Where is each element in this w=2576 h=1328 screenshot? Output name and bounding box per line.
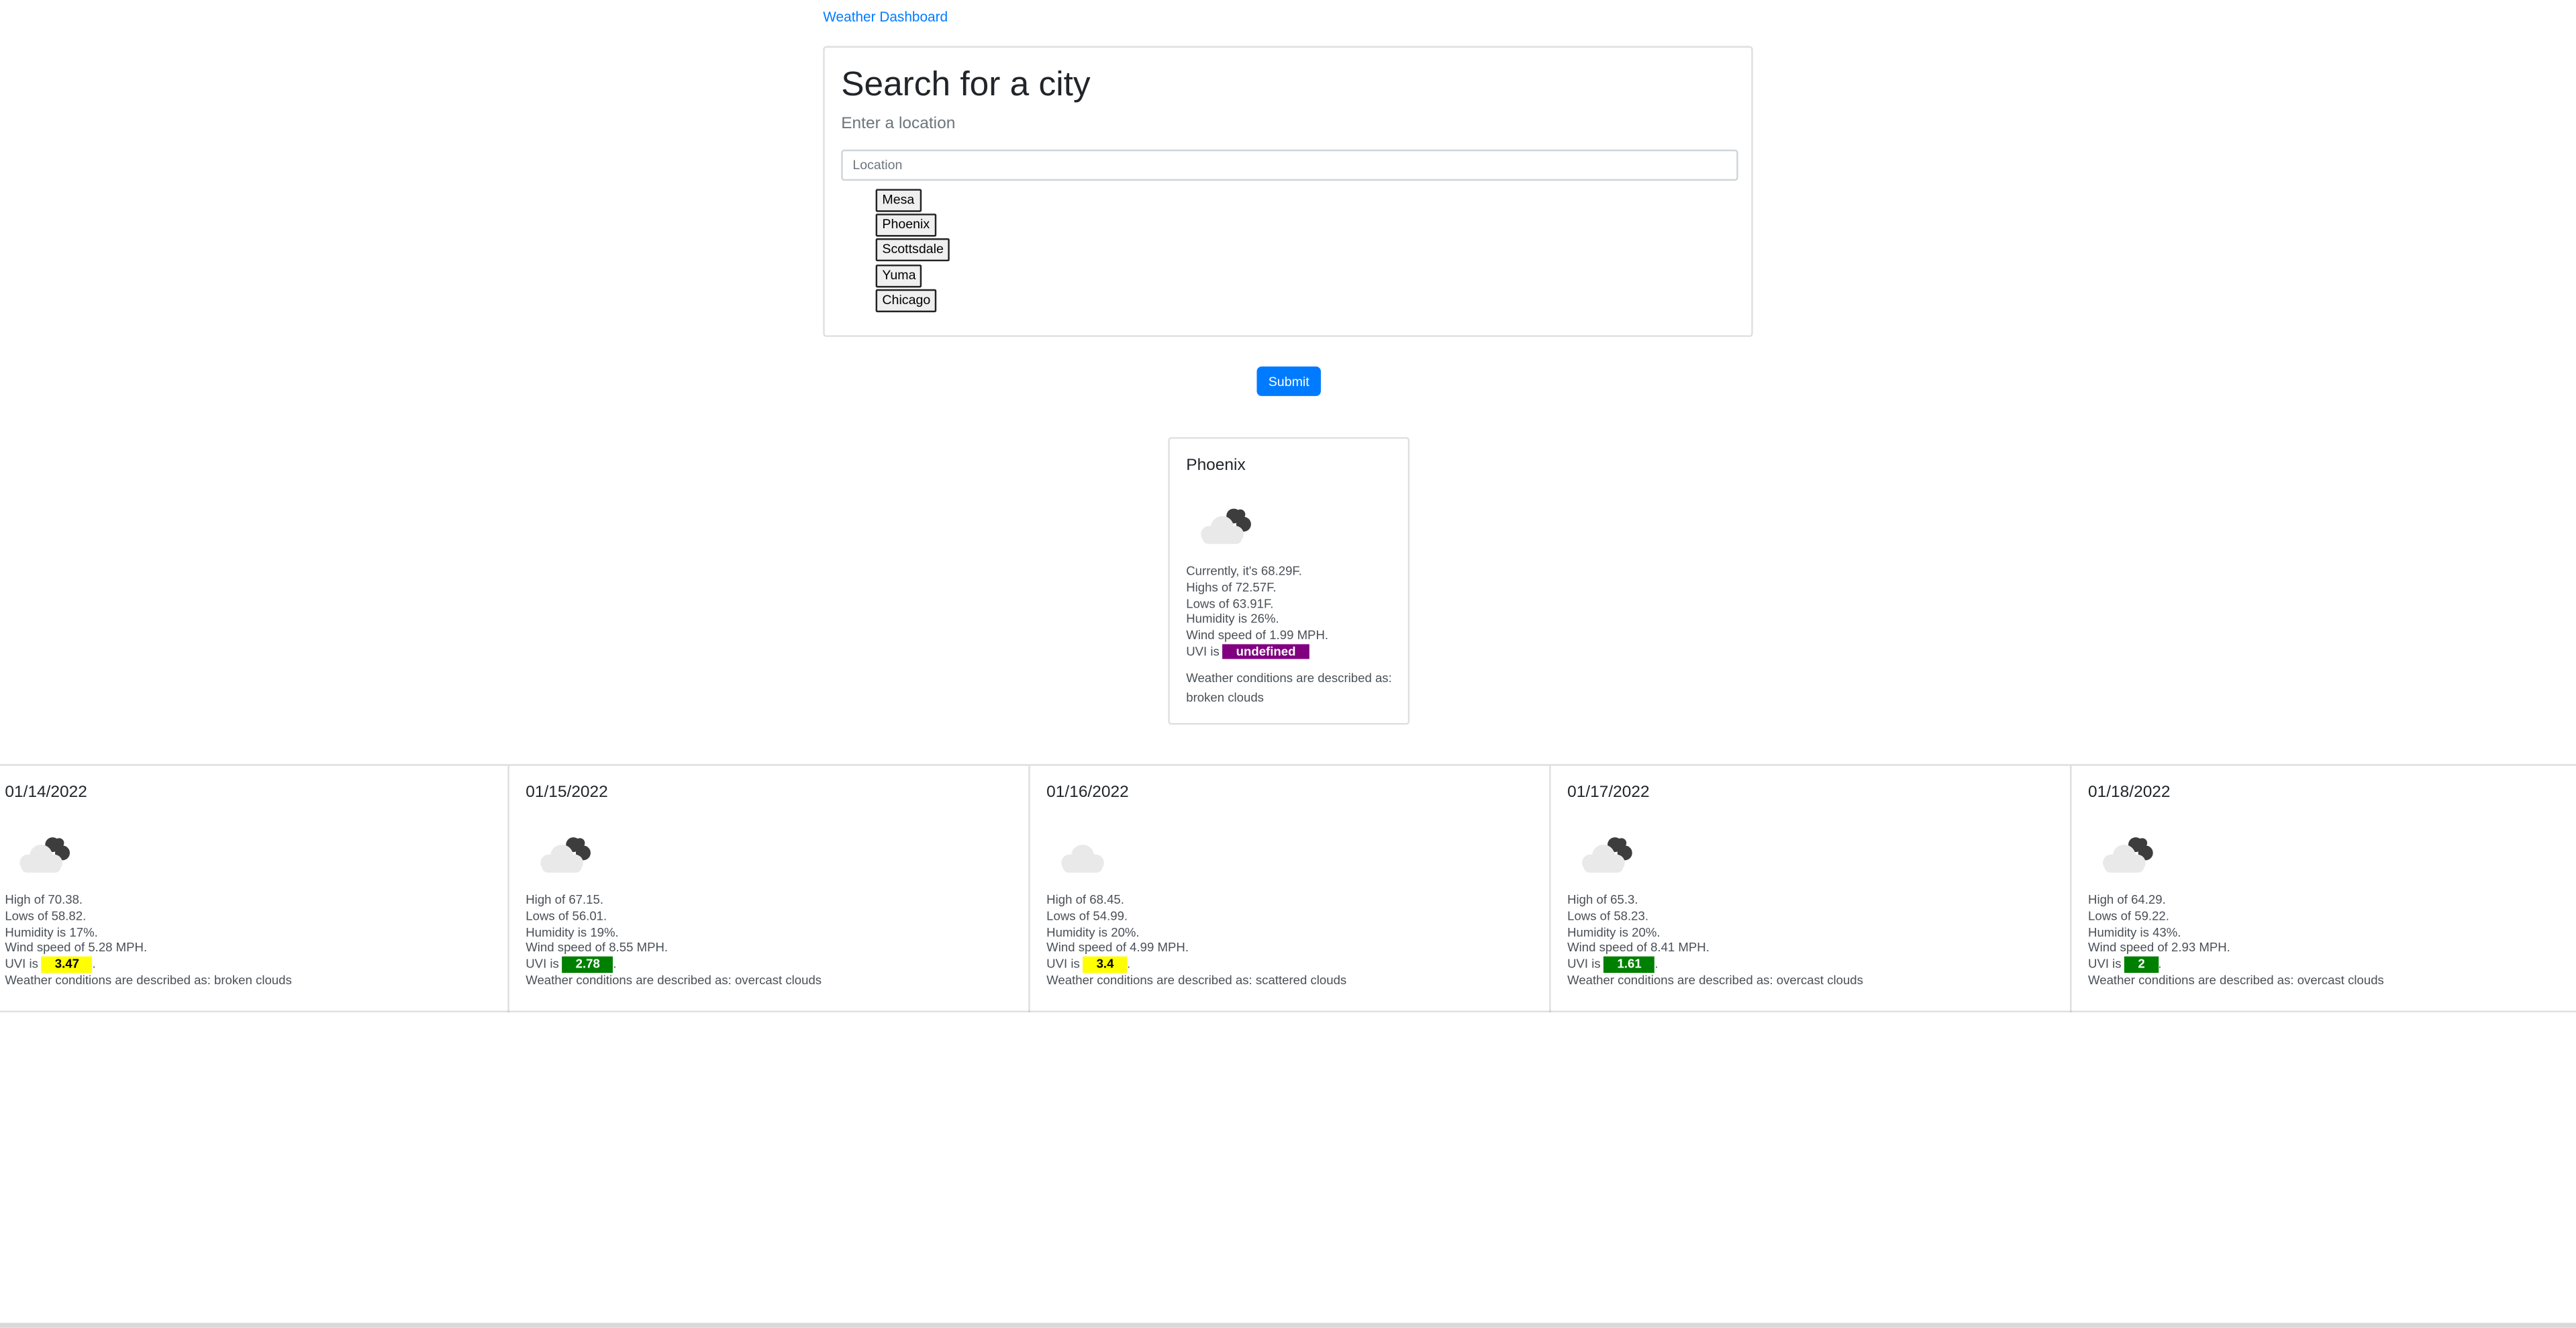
search-title: Search for a city [841, 65, 1091, 104]
broken-clouds-icon [19, 837, 70, 873]
forecast-date: 01/18/2022 [2088, 784, 2171, 802]
forecast-wind: Wind speed of 8.41 MPH. [1567, 941, 1710, 956]
current-weather-card: Phoenix Currently, it's 68.29F. Highs of… [1168, 437, 1410, 725]
submit-button[interactable]: Submit [1256, 366, 1321, 396]
uvi-badge: 3.47 [42, 957, 93, 973]
uvi-badge: 1.61 [1603, 957, 1655, 973]
forecast-high: High of 65.3. [1567, 892, 1638, 908]
forecast-low: Lows of 56.01. [526, 908, 607, 924]
forecast-card: 01/18/2022 High of 64.29. Lows of 59.22.… [2070, 765, 2576, 1012]
broken-clouds-icon [1201, 508, 1251, 544]
forecast-card: 01/16/2022 High of 68.45. Lows of 54.99.… [1028, 765, 1549, 1012]
current-details: Currently, it's 68.29F. Highs of 72.57F.… [1186, 564, 1328, 661]
forecast-uvi-line: UVI is 1.61. [1567, 957, 1658, 973]
forecast-date: 01/17/2022 [1567, 784, 1650, 802]
forecast-description: Weather conditions are described as: ove… [2088, 973, 2384, 988]
forecast-low: Lows of 54.99. [1046, 908, 1128, 924]
forecast-description: Weather conditions are described as: bro… [5, 973, 292, 988]
search-card: Search for a city Enter a location Mesa … [823, 46, 1753, 337]
forecast-humidity: Humidity is 43%. [2088, 924, 2181, 940]
forecast-description: Weather conditions are described as: ove… [1567, 973, 1863, 988]
forecast-high: High of 68.45. [1046, 892, 1124, 908]
uvi-label: UVI is [1046, 957, 1080, 972]
forecast-description: Weather conditions are described as: sca… [1046, 973, 1347, 988]
uvi-badge: 2.78 [562, 957, 613, 973]
current-wind: Wind speed of 1.99 MPH. [1186, 628, 1329, 643]
search-subtitle: Enter a location [841, 115, 956, 134]
scattered-clouds-icon [1061, 845, 1104, 873]
uvi-label: UVI is [526, 957, 559, 972]
current-low: Lows of 63.91F. [1186, 596, 1274, 611]
forecast-low: Lows of 59.22. [2088, 908, 2169, 924]
forecast-card: 01/14/2022 High of 70.38. Lows of 58.82.… [0, 766, 509, 1012]
location-input[interactable] [841, 149, 1738, 181]
current-temp: Currently, it's 68.29F. [1186, 563, 1302, 579]
forecast-uvi-line: UVI is 3.4. [1046, 957, 1131, 973]
uvi-label: UVI is [1186, 644, 1220, 659]
forecast-low: Lows of 58.82. [5, 908, 87, 924]
forecast-humidity: Humidity is 17%. [5, 924, 98, 940]
uvi-badge: undefined [1223, 644, 1309, 660]
forecast-wind: Wind speed of 8.55 MPH. [526, 941, 668, 956]
forecast-high: High of 70.38. [5, 892, 83, 908]
overcast-clouds-icon [1582, 837, 1632, 873]
forecast-high: High of 67.15. [526, 892, 604, 908]
uvi-label: UVI is [5, 957, 38, 972]
forecast-humidity: Humidity is 19%. [526, 924, 619, 940]
forecast-description: Weather conditions are described as: ove… [526, 973, 822, 988]
forecast-date: 01/16/2022 [1046, 784, 1129, 802]
forecast-date: 01/15/2022 [526, 784, 608, 802]
overcast-clouds-icon [2103, 837, 2153, 873]
overcast-clouds-icon [540, 837, 591, 873]
uvi-badge: 2 [2124, 957, 2159, 973]
uvi-label: UVI is [1567, 957, 1601, 972]
forecast-wind: Wind speed of 4.99 MPH. [1046, 941, 1189, 956]
forecast-date: 01/14/2022 [5, 784, 87, 802]
forecast-wind: Wind speed of 2.93 MPH. [2088, 941, 2230, 956]
forecast-humidity: Humidity is 20%. [1567, 924, 1661, 940]
forecast-uvi-line: UVI is 3.47. [5, 957, 96, 973]
forecast-card: 01/15/2022 High of 67.15. Lows of 56.01.… [507, 765, 1028, 1012]
forecast-humidity: Humidity is 20%. [1046, 924, 1140, 940]
current-city-name: Phoenix [1186, 457, 1246, 475]
uvi-label: UVI is [2088, 957, 2122, 972]
history-button-chicago[interactable]: Chicago [875, 289, 938, 312]
uvi-badge: 3.4 [1083, 957, 1128, 973]
forecast-wind: Wind speed of 5.28 MPH. [5, 941, 148, 956]
forecast-row: 01/14/2022 High of 70.38. Lows of 58.82.… [0, 764, 2576, 1012]
forecast-uvi-line: UVI is 2.78. [526, 957, 617, 973]
forecast-card: 01/17/2022 High of 65.3. Lows of 58.23. … [1549, 765, 2070, 1012]
dashboard-title-link[interactable]: Weather Dashboard [823, 8, 948, 24]
current-high: Highs of 72.57F. [1186, 579, 1277, 595]
forecast-high: High of 64.29. [2088, 892, 2166, 908]
horizontal-scrollbar[interactable] [0, 1323, 2576, 1328]
current-description: Weather conditions are described as: bro… [1186, 670, 1392, 706]
current-humidity: Humidity is 26%. [1186, 612, 1279, 627]
current-uvi-line: UVI is undefined [1186, 644, 1328, 660]
search-history-list: Mesa Phoenix Scottsdale Yuma Chicago [875, 183, 950, 312]
forecast-uvi-line: UVI is 2. [2088, 957, 2162, 973]
forecast-low: Lows of 58.23. [1567, 908, 1649, 924]
